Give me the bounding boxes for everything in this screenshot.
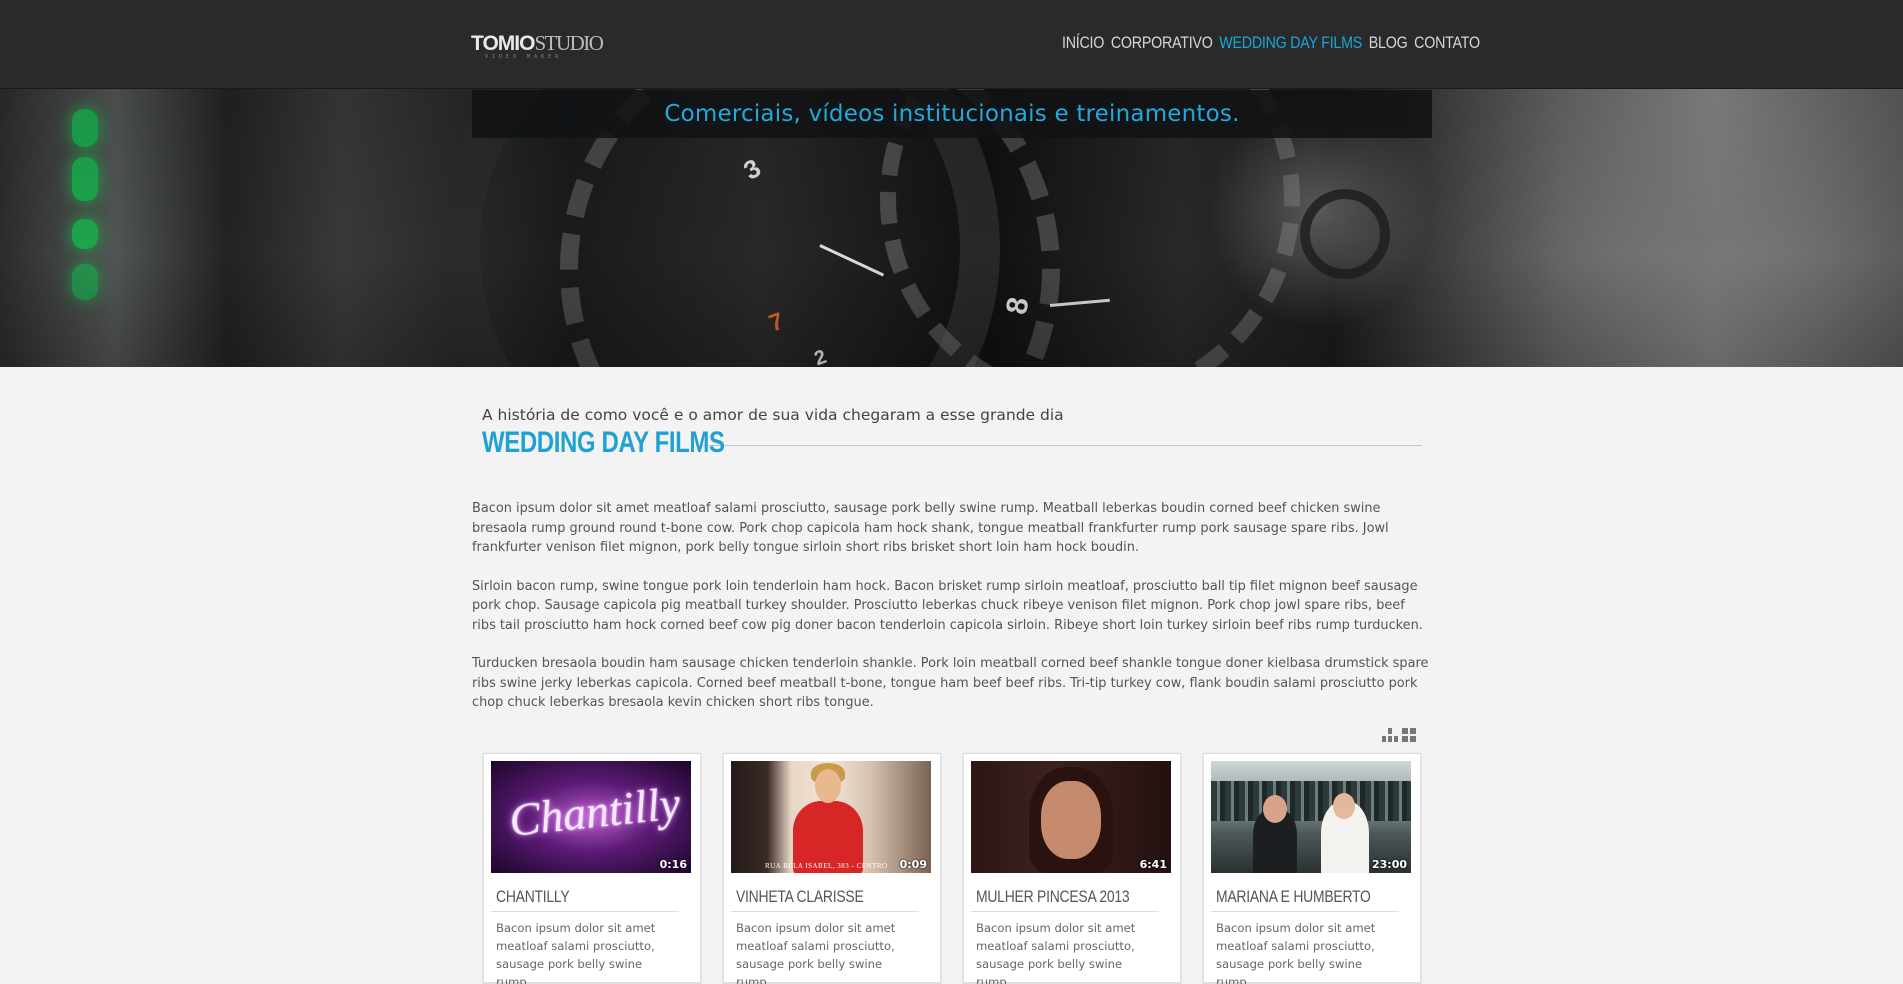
paragraph: Sirloin bacon rump, swine tongue pork lo… bbox=[472, 578, 1423, 633]
video-duration: 0:16 bbox=[659, 858, 687, 871]
view-toggle bbox=[1382, 728, 1416, 742]
video-duration: 6:41 bbox=[1139, 858, 1167, 871]
top-navigation-bar: TOMIO STUDIO VIDEO MAKER INÍCIO CORPORATI… bbox=[0, 0, 1903, 89]
video-excerpt: Bacon ipsum dolor sit amet meatloaf sala… bbox=[736, 921, 896, 984]
video-title-text: VINHETA CLARISSE bbox=[736, 887, 864, 906]
thumbnail-crowd bbox=[1211, 781, 1411, 821]
video-card[interactable]: 23:00 MARIANA E HUMBERTO Bacon ipsum dol… bbox=[1203, 753, 1421, 984]
video-title[interactable]: CHANTILLY bbox=[491, 887, 679, 912]
intro-text: Bacon ipsum dolor sit amet meatloaf sala… bbox=[472, 499, 1432, 732]
thumbnail-groom-face bbox=[1263, 795, 1287, 823]
logo-bold-text: TOMIO bbox=[471, 32, 535, 55]
video-title-text: MULHER PINCESA 2013 bbox=[976, 887, 1130, 906]
thumbnail-bride-face bbox=[1333, 793, 1355, 819]
grid-view-icon[interactable] bbox=[1402, 728, 1416, 742]
nav-blog[interactable]: BLOG bbox=[1369, 33, 1408, 53]
video-title-text: CHANTILLY bbox=[496, 887, 570, 906]
video-thumbnail[interactable]: 6:41 bbox=[971, 761, 1171, 873]
nav-wedding-day-films[interactable]: WEDDING DAY FILMS bbox=[1219, 33, 1362, 53]
section-heading: A história de como você e o amor de sua … bbox=[482, 406, 1422, 460]
paragraph: Turducken bresaola boudin ham sausage ch… bbox=[472, 656, 1429, 710]
nav-contato[interactable]: CONTATO bbox=[1414, 33, 1480, 53]
video-excerpt: Bacon ipsum dolor sit amet meatloaf sala… bbox=[1216, 921, 1376, 984]
video-excerpt: Bacon ipsum dolor sit amet meatloaf sala… bbox=[976, 921, 1136, 984]
section-title: WEDDING DAY FILMS bbox=[482, 426, 725, 459]
logo-light-text: STUDIO bbox=[534, 31, 604, 55]
section-title-row: WEDDING DAY FILMS bbox=[482, 426, 1422, 460]
thumbnail-face bbox=[1041, 781, 1101, 859]
site-logo[interactable]: TOMIO STUDIO VIDEO MAKER bbox=[471, 31, 604, 60]
nav-inicio[interactable]: INÍCIO bbox=[1062, 33, 1104, 53]
hero-banner: Comerciais, vídeos institucionais e trei… bbox=[472, 90, 1432, 138]
main-nav: INÍCIO CORPORATIVO WEDDING DAY FILMS BLO… bbox=[1062, 33, 1480, 53]
logo-tagline: VIDEO MAKER bbox=[485, 54, 563, 60]
logo-wordmark: TOMIO STUDIO bbox=[471, 31, 604, 55]
video-title[interactable]: MARIANA E HUMBERTO bbox=[1211, 887, 1399, 912]
title-divider bbox=[702, 444, 1422, 446]
video-thumbnail[interactable]: 23:00 bbox=[1211, 761, 1411, 873]
video-card[interactable]: RUA BELA ISABEL, 383 - CENTRO 0:09 VINHE… bbox=[723, 753, 941, 984]
video-title[interactable]: VINHETA CLARISSE bbox=[731, 887, 919, 912]
video-card[interactable]: 6:41 MULHER PINCESA 2013 Bacon ipsum dol… bbox=[963, 753, 1181, 984]
video-card[interactable]: Chantilly 0:16 CHANTILLY Bacon ipsum dol… bbox=[483, 753, 701, 984]
thumbnail-neon-text: Chantilly bbox=[506, 777, 683, 846]
nav-corporativo[interactable]: CORPORATIVO bbox=[1111, 33, 1213, 53]
video-title[interactable]: MULHER PINCESA 2013 bbox=[971, 887, 1159, 912]
video-duration: 0:09 bbox=[899, 858, 927, 871]
video-thumbnail[interactable]: RUA BELA ISABEL, 383 - CENTRO 0:09 bbox=[731, 761, 931, 873]
section-subtitle: A história de como você e o amor de sua … bbox=[482, 406, 1064, 424]
hero-banner-text: Comerciais, vídeos institucionais e trei… bbox=[664, 101, 1240, 127]
video-title-text: MARIANA E HUMBERTO bbox=[1216, 887, 1371, 906]
paragraph: Bacon ipsum dolor sit amet meatloaf sala… bbox=[472, 501, 1389, 555]
video-grid: Chantilly 0:16 CHANTILLY Bacon ipsum dol… bbox=[483, 753, 1421, 984]
thumbnail-caption: RUA BELA ISABEL, 383 - CENTRO bbox=[765, 862, 888, 870]
video-thumbnail[interactable]: Chantilly 0:16 bbox=[491, 761, 691, 873]
video-excerpt: Bacon ipsum dolor sit amet meatloaf sala… bbox=[496, 921, 656, 984]
thumbnail-face bbox=[815, 769, 841, 803]
list-view-icon[interactable] bbox=[1382, 728, 1398, 742]
video-duration: 23:00 bbox=[1371, 858, 1407, 871]
